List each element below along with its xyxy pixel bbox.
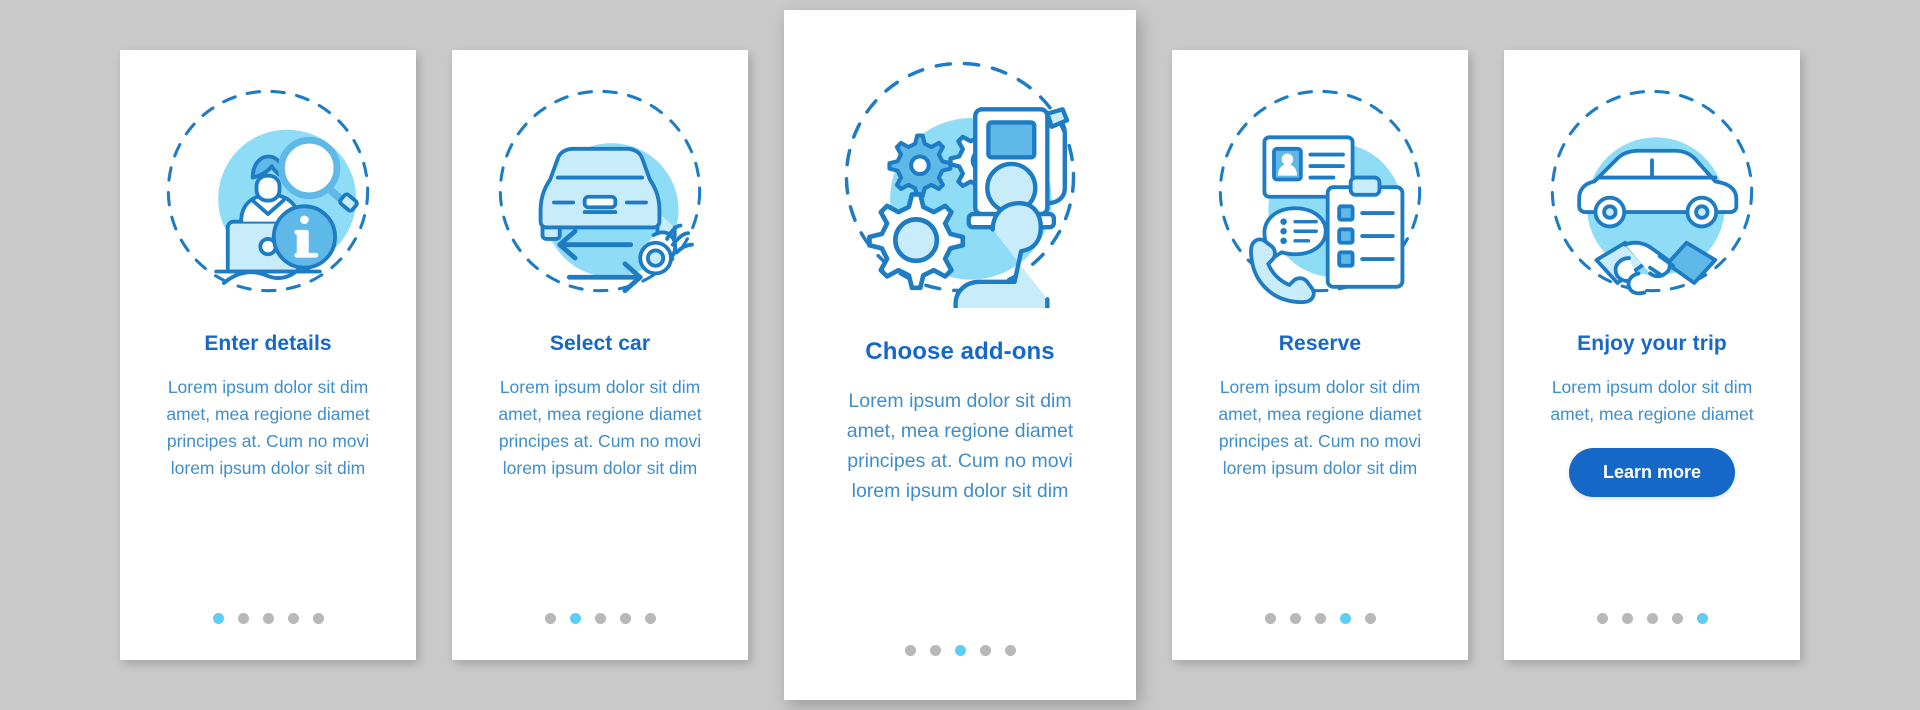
pagination-dot[interactable] — [1264, 613, 1276, 624]
pagination-dot[interactable] — [262, 613, 274, 624]
pagination-dot[interactable] — [1596, 613, 1608, 624]
card-body-text: Lorem ipsum dolor sit dim amet, mea regi… — [846, 390, 1074, 502]
learn-more-button[interactable]: Learn more — [1568, 448, 1736, 497]
pagination-dot[interactable] — [1646, 613, 1658, 624]
card-title: Select car — [549, 332, 651, 355]
pagination-dot[interactable] — [619, 613, 631, 624]
pagination-dot[interactable] — [1004, 645, 1016, 656]
pagination-dot[interactable] — [979, 645, 991, 656]
pagination-dot-active[interactable] — [1696, 613, 1708, 624]
pagination-dot[interactable] — [237, 613, 249, 624]
card-title: Enter details — [204, 332, 332, 355]
car-side-handshake-icon — [1537, 76, 1767, 306]
pagination-dot[interactable] — [544, 613, 556, 624]
pagination-dot-active[interactable] — [954, 645, 966, 656]
pagination-dot-active[interactable] — [212, 613, 224, 624]
onboarding-card-choose-add-ons[interactable]: Choose add-ons Lorem ipsum dolor sit dim … — [784, 10, 1136, 700]
card-body-text: Lorem ipsum dolor sit dim amet, mea regi… — [498, 377, 702, 478]
onboarding-card-enter-details[interactable]: Enter details Lorem ipsum dolor sit dim a… — [120, 50, 416, 660]
card-body-text: Lorem ipsum dolor sit dim amet, mea regi… — [1218, 377, 1422, 478]
pagination-dot[interactable] — [1289, 613, 1301, 624]
onboarding-card-select-car[interactable]: Select car Lorem ipsum dolor sit dim amet… — [452, 50, 748, 660]
card-title: Enjoy your trip — [1577, 332, 1727, 355]
pagination-dot-active[interactable] — [1339, 613, 1351, 624]
card-body-text: Lorem ipsum dolor sit dim amet, mea regi… — [1550, 377, 1754, 424]
person-laptop-magnifier-info-icon — [153, 76, 383, 306]
pagination-dot[interactable] — [929, 645, 941, 656]
pagination-dots — [1172, 613, 1468, 624]
pagination-dots — [1504, 613, 1800, 624]
pagination-dot[interactable] — [644, 613, 656, 624]
car-front-arrows-ok-hand-icon — [485, 76, 715, 306]
onboarding-card-enjoy-your-trip[interactable]: Enjoy your trip Lorem ipsum dolor sit dim… — [1504, 50, 1800, 660]
onboarding-card-reserve[interactable]: Reserve Lorem ipsum dolor sit dim amet, m… — [1172, 50, 1468, 660]
pagination-dots — [120, 613, 416, 624]
pagination-dot[interactable] — [1314, 613, 1326, 624]
pagination-dot[interactable] — [904, 645, 916, 656]
pagination-dot[interactable] — [1671, 613, 1683, 624]
pagination-dot-active[interactable] — [569, 613, 581, 624]
pagination-dot[interactable] — [287, 613, 299, 624]
pagination-dot[interactable] — [594, 613, 606, 624]
pagination-dot[interactable] — [1621, 613, 1633, 624]
card-title: Reserve — [1278, 332, 1362, 355]
card-title: Choose add-ons — [865, 338, 1055, 365]
gears-fuel-pump-car-seat-icon — [829, 46, 1091, 308]
pagination-dots — [784, 645, 1136, 656]
id-card-phone-checklist-icon — [1205, 76, 1435, 306]
card-body-text: Lorem ipsum dolor sit dim amet, mea regi… — [166, 377, 370, 478]
pagination-dots — [452, 613, 748, 624]
pagination-dot[interactable] — [312, 613, 324, 624]
onboarding-screens-board: Enter details Lorem ipsum dolor sit dim a… — [0, 0, 1920, 710]
pagination-dot[interactable] — [1364, 613, 1376, 624]
